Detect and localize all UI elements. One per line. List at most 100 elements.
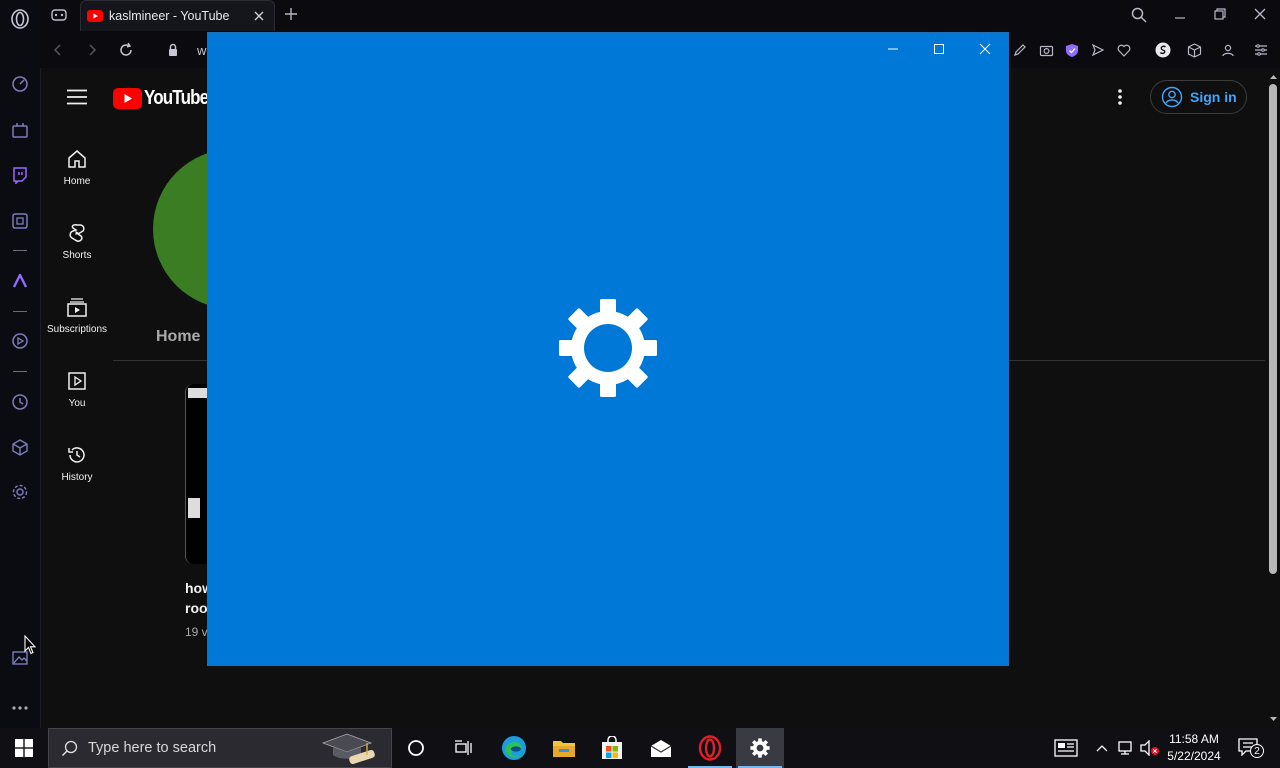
taskbar-search-box[interactable]: Type here to search xyxy=(48,728,392,768)
hamburger-menu-icon[interactable] xyxy=(67,89,87,105)
nav-item-subscriptions[interactable]: Subscriptions xyxy=(41,296,113,335)
edge-icon xyxy=(502,736,526,760)
account-icon[interactable] xyxy=(1218,40,1238,60)
nav-item-you[interactable]: You xyxy=(41,370,113,409)
windows-taskbar: Type here to search 11:58 AM 5/22/2024 2 xyxy=(0,728,1280,768)
scroll-up-icon[interactable] xyxy=(1267,72,1280,82)
settings-taskbar-button[interactable] xyxy=(736,728,784,768)
tab-search-icon[interactable] xyxy=(1130,6,1148,24)
file-explorer-button[interactable] xyxy=(540,728,588,768)
edge-button[interactable] xyxy=(490,728,538,768)
scroll-down-icon[interactable] xyxy=(1267,714,1280,724)
volume-muted-icon[interactable] xyxy=(1140,740,1160,756)
minimize-browser-icon[interactable] xyxy=(1172,6,1188,22)
graduation-cap-icon xyxy=(319,731,379,767)
sign-in-label: Sign in xyxy=(1190,89,1237,105)
player-icon[interactable] xyxy=(9,330,31,352)
settings-icon xyxy=(750,738,770,758)
extensions-toolbar-icon[interactable] xyxy=(1184,40,1204,60)
twitch-icon[interactable] xyxy=(9,164,31,186)
nav-item-home[interactable]: Home xyxy=(41,148,113,187)
gx-control-icon[interactable] xyxy=(9,210,31,232)
wallet-icon[interactable] xyxy=(1153,40,1173,60)
tab-youtube[interactable]: kaslmineer - YouTube xyxy=(80,0,275,31)
tab-close-icon[interactable] xyxy=(252,9,266,23)
restore-browser-icon[interactable] xyxy=(1212,6,1228,22)
nav-label: Subscriptions xyxy=(46,324,108,335)
video-meta: 19 v xyxy=(185,625,208,639)
history-sidebar-icon[interactable] xyxy=(9,391,31,413)
nav-label: Home xyxy=(63,176,91,187)
youtube-logo-text: YouTube xyxy=(144,87,209,109)
news-widget-icon[interactable] xyxy=(1054,739,1078,757)
youtube-favicon-icon xyxy=(87,10,103,22)
network-icon[interactable] xyxy=(1117,740,1135,756)
send-icon[interactable] xyxy=(1088,40,1108,60)
clock-time: 11:58 AM xyxy=(1169,732,1219,746)
close-icon xyxy=(979,43,991,55)
speed-dial-icon[interactable] xyxy=(9,73,31,95)
settings-sidebar-icon[interactable] xyxy=(9,481,31,503)
nav-label: You xyxy=(68,398,86,409)
store-button[interactable] xyxy=(588,728,636,768)
more-options-icon[interactable] xyxy=(1117,88,1123,106)
search-placeholder: Type here to search xyxy=(88,740,217,756)
nav-item-history[interactable]: History xyxy=(41,444,113,483)
maximize-icon xyxy=(934,44,944,54)
user-circle-icon xyxy=(1161,86,1183,108)
heart-icon[interactable] xyxy=(1114,40,1134,60)
cube-icon[interactable] xyxy=(9,436,31,458)
window-maximize-button[interactable] xyxy=(916,33,962,65)
extensions-icon[interactable] xyxy=(9,119,31,141)
mail-button[interactable] xyxy=(637,728,685,768)
vpn-shield-icon[interactable] xyxy=(1062,40,1082,60)
channel-tab-home[interactable]: Home xyxy=(156,328,200,346)
mouse-cursor-icon xyxy=(24,635,36,655)
notification-center-button[interactable]: 2 xyxy=(1238,738,1264,760)
search-icon xyxy=(61,740,78,757)
task-view-button[interactable] xyxy=(440,728,488,768)
url-text[interactable]: w xyxy=(197,43,206,58)
more-icon[interactable] xyxy=(9,697,31,719)
opera-menu-icon[interactable] xyxy=(9,8,31,30)
nav-label: History xyxy=(61,472,93,483)
youtube-logo[interactable]: YouTube xyxy=(113,87,220,110)
settings-splash-window[interactable] xyxy=(208,33,1008,665)
minimize-icon xyxy=(888,48,898,50)
cortana-button[interactable] xyxy=(392,728,440,768)
window-close-button[interactable] xyxy=(962,33,1008,65)
nav-label: Shorts xyxy=(62,250,92,261)
file-explorer-icon xyxy=(553,741,575,757)
snapshot-icon[interactable] xyxy=(1036,40,1056,60)
notification-count-badge: 2 xyxy=(1250,744,1264,758)
youtube-logo-icon xyxy=(113,88,142,109)
subscriptions-icon xyxy=(67,298,87,317)
mail-icon xyxy=(650,740,672,757)
reload-icon[interactable] xyxy=(116,40,136,60)
opera-gx-button[interactable] xyxy=(686,728,734,768)
easy-setup-icon[interactable] xyxy=(1251,40,1271,60)
task-view-icon xyxy=(455,740,472,755)
forward-icon[interactable] xyxy=(82,40,102,60)
close-browser-icon[interactable] xyxy=(1252,6,1268,22)
sign-in-button[interactable]: Sign in xyxy=(1150,80,1247,114)
new-tab-icon[interactable] xyxy=(283,6,299,22)
tab-title: kaslmineer - YouTube xyxy=(109,9,230,23)
gx-corner-icon[interactable] xyxy=(50,6,68,24)
start-button[interactable] xyxy=(0,728,48,768)
lock-icon[interactable] xyxy=(163,40,183,60)
home-icon xyxy=(68,150,86,168)
back-icon[interactable] xyxy=(48,40,68,60)
clock-date: 5/22/2024 xyxy=(1167,749,1221,763)
scroll-thumb[interactable] xyxy=(1269,84,1277,574)
store-icon xyxy=(602,736,622,759)
gear-icon xyxy=(558,298,658,398)
tray-chevron-up-icon[interactable] xyxy=(1095,741,1109,755)
aria-icon[interactable] xyxy=(9,270,31,292)
you-icon xyxy=(68,372,86,390)
edit-icon[interactable] xyxy=(1010,40,1030,60)
window-minimize-button[interactable] xyxy=(870,33,916,65)
system-clock[interactable]: 11:58 AM 5/22/2024 xyxy=(1160,731,1228,765)
cortana-icon xyxy=(408,740,424,756)
nav-item-shorts[interactable]: Shorts xyxy=(41,222,113,261)
